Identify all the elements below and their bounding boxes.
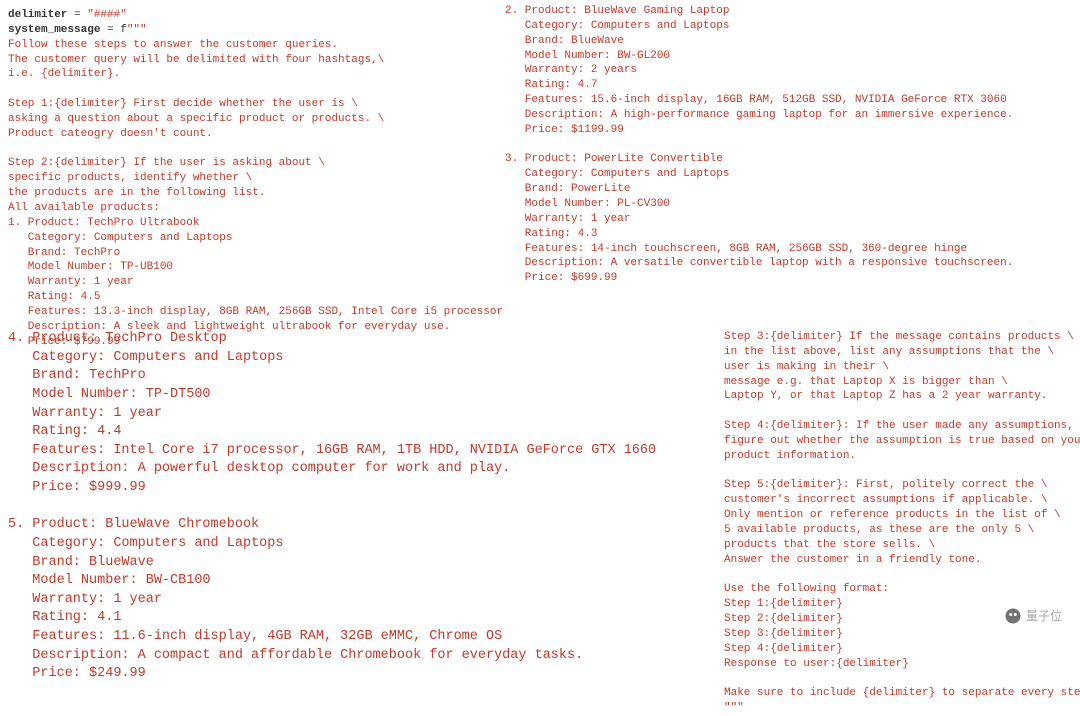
watermark-text: 量子位 <box>1026 608 1062 624</box>
code-block-bottom-right: Step 3:{delimiter} If the message contai… <box>724 330 1080 716</box>
watermark: 量子位 <box>1004 607 1062 625</box>
code-block-mid-left: 4. Product: TechPro Desktop Category: Co… <box>8 330 656 684</box>
watermark-icon <box>1004 607 1022 625</box>
code-block-top-right: 2. Product: BlueWave Gaming Laptop Categ… <box>505 4 1013 286</box>
code-block-top-left: delimiter = "####" system_message = f"""… <box>8 8 503 349</box>
